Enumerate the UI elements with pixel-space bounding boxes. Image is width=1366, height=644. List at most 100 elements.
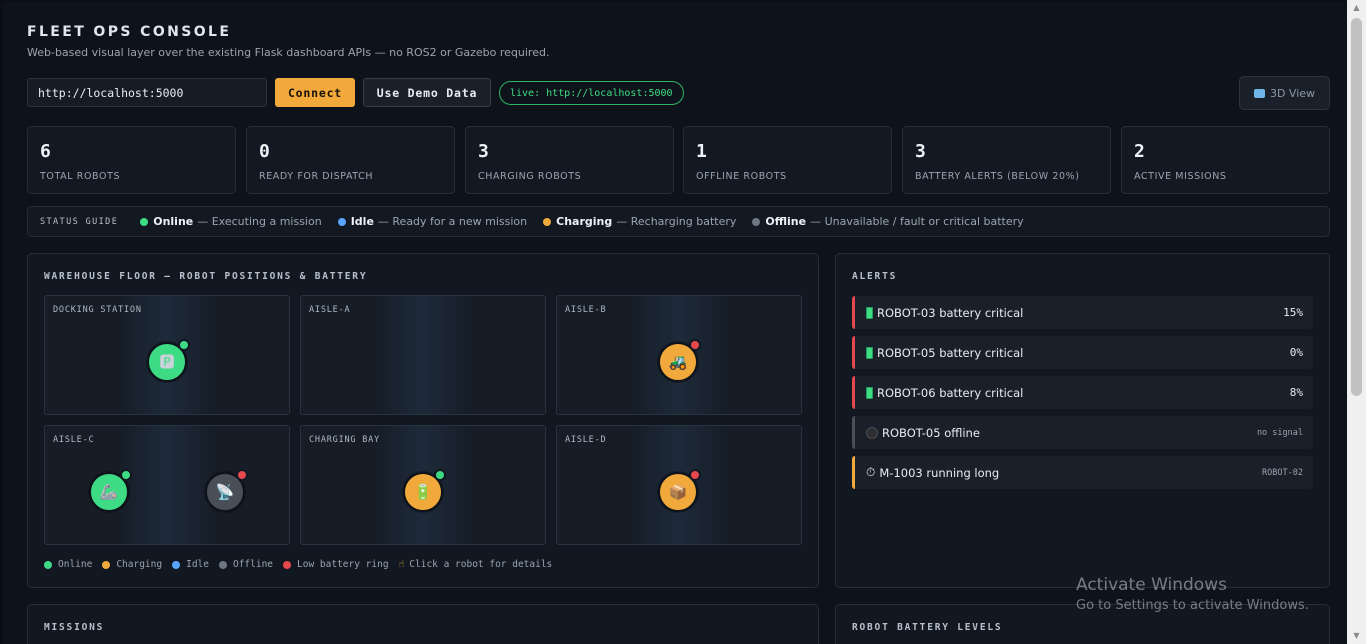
legend-dot — [218, 560, 227, 569]
legend-label: Charging — [116, 559, 163, 570]
alert-text: ROBOT-05 battery critical — [877, 345, 1024, 360]
zone-aisle-d: AISLE-D 📦 — [556, 425, 802, 545]
status-guide-online: Online — Executing a mission — [140, 215, 322, 228]
stat-value: 0 — [259, 141, 270, 162]
tractor-icon: 🚜 — [668, 352, 688, 371]
status-guide-charging: Charging — Recharging battery — [543, 215, 736, 228]
battery-icon — [866, 306, 873, 319]
alert-item[interactable]: ROBOT-05 offline no signal — [852, 416, 1313, 449]
vertical-scrollbar[interactable]: ▲ ▼ — [1347, 0, 1366, 644]
stat-label: BATTERY ALERTS (BELOW 20%) — [915, 171, 1080, 182]
legend-offline: Offline — [218, 559, 274, 570]
stat-card-active-missions: 2 ACTIVE MISSIONS — [1121, 126, 1330, 194]
floor-legend: Online Charging Idle Offline Low battery… — [44, 559, 562, 570]
status-ring — [689, 339, 701, 351]
status-dot — [140, 217, 149, 226]
battery-icon: 🔋 — [413, 482, 433, 501]
alert-meta: no signal — [1256, 427, 1303, 438]
alert-item[interactable]: ROBOT-03 battery critical 15% — [852, 296, 1313, 329]
stat-value: 3 — [915, 141, 926, 162]
zone-label: DOCKING STATION — [53, 305, 142, 315]
stat-value: 1 — [696, 141, 707, 162]
zone-label: AISLE-B — [565, 305, 607, 315]
zone-label: AISLE-C — [53, 435, 95, 445]
alerts-panel: ALERTS ROBOT-03 battery critical 15% ROB… — [835, 253, 1330, 588]
stat-value: 3 — [478, 141, 489, 162]
status-desc: — Ready for a new mission — [377, 215, 528, 228]
panel-title: MISSIONS — [44, 622, 105, 633]
scroll-thumb[interactable] — [1351, 18, 1362, 396]
status-ring — [120, 469, 132, 481]
3d-view-button[interactable]: 3D View — [1239, 76, 1330, 110]
alert-text: ROBOT-06 battery critical — [877, 385, 1024, 400]
status-name: Offline — [765, 215, 807, 228]
alert-text: ROBOT-05 offline — [882, 425, 980, 440]
connect-button[interactable]: Connect — [275, 78, 355, 107]
stat-card-charging-robots: 3 CHARGING ROBOTS — [465, 126, 674, 194]
status-dot — [543, 217, 552, 226]
zone-docking-station: DOCKING STATION 🅿 — [44, 295, 290, 415]
zone-label: AISLE-D — [565, 435, 607, 445]
legend-dot — [283, 560, 292, 569]
status-guide-title: STATUS GUIDE — [40, 216, 119, 227]
page: FLEET OPS CONSOLE Web-based visual layer… — [3, 2, 1347, 644]
panel-title: ROBOT BATTERY LEVELS — [852, 622, 1003, 633]
offline-icon — [866, 426, 878, 439]
robot-marker[interactable]: 🦾 — [89, 469, 132, 512]
robot-marker[interactable]: 🔋 — [403, 469, 446, 512]
live-connection-badge: live: http://localhost:5000 — [499, 81, 684, 105]
battery-icon — [866, 346, 873, 359]
zone-aisle-a: AISLE-A — [300, 295, 546, 415]
alert-item[interactable]: ROBOT-06 battery critical 8% — [852, 376, 1313, 409]
status-ring — [236, 469, 248, 481]
alert-item[interactable]: ROBOT-05 battery critical 0% — [852, 336, 1313, 369]
zone-label: AISLE-A — [309, 305, 351, 315]
robot-marker[interactable]: 🅿 — [147, 339, 190, 382]
zone-aisle-b: AISLE-B 🚜 — [556, 295, 802, 415]
robot-marker[interactable]: 🚜 — [658, 339, 701, 382]
api-url-input[interactable] — [27, 78, 267, 107]
scroll-down-arrow-icon[interactable]: ▼ — [1347, 628, 1366, 644]
legend-label: Offline — [232, 559, 274, 570]
legend-dot — [172, 560, 181, 569]
warehouse-floor-panel: WAREHOUSE FLOOR — ROBOT POSITIONS & BATT… — [27, 253, 819, 588]
3d-view-label: 3D View — [1269, 86, 1316, 100]
legend-online: Online — [44, 559, 92, 570]
alert-text: ROBOT-03 battery critical — [877, 305, 1024, 320]
timer-icon: ⏱ — [866, 465, 876, 479]
status-name: Idle — [350, 215, 374, 228]
status-ring — [434, 469, 446, 481]
status-dot — [337, 217, 346, 226]
missions-panel: MISSIONS — [27, 604, 819, 644]
robot-marker[interactable]: 📡 — [205, 469, 248, 512]
legend-hint-text: Click a robot for details — [409, 559, 553, 570]
legend-idle: Idle — [172, 559, 209, 570]
legend-label: Low battery ring — [297, 559, 389, 570]
legend-low-battery: Low battery ring — [283, 559, 389, 570]
page-subtitle: Web-based visual layer over the existing… — [27, 46, 550, 59]
alert-text: M-1003 running long — [879, 465, 1000, 480]
panel-title: WAREHOUSE FLOOR — ROBOT POSITIONS & BATT… — [44, 271, 368, 282]
panel-title: ALERTS — [852, 271, 898, 282]
alert-item[interactable]: ⏱ M-1003 running long ROBOT-02 — [852, 456, 1313, 489]
legend-label: Online — [58, 559, 93, 570]
stat-label: OFFLINE ROBOTS — [696, 171, 787, 182]
status-name: Charging — [556, 215, 613, 228]
stat-label: ACTIVE MISSIONS — [1134, 171, 1227, 182]
pointer-icon: ☝ — [398, 559, 405, 570]
parking-icon: 🅿 — [159, 352, 175, 371]
status-guide: STATUS GUIDE Online — Executing a missio… — [27, 206, 1330, 237]
robot-marker[interactable]: 📦 — [658, 469, 701, 512]
satellite-dish-icon: 📡 — [215, 482, 235, 501]
stat-card-offline-robots: 1 OFFLINE ROBOTS — [683, 126, 892, 194]
stat-value: 2 — [1134, 141, 1145, 162]
windows-activation-watermark: Activate Windows Go to Settings to activ… — [1076, 575, 1309, 613]
status-ring — [178, 339, 190, 351]
use-demo-data-button[interactable]: Use Demo Data — [363, 78, 491, 107]
status-desc: — Unavailable / fault or critical batter… — [810, 215, 1024, 228]
watermark-subtitle: Go to Settings to activate Windows. — [1076, 598, 1309, 613]
stat-value: 6 — [40, 141, 51, 162]
alert-meta: ROBOT-02 — [1262, 467, 1303, 478]
scroll-up-arrow-icon[interactable]: ▲ — [1347, 0, 1366, 16]
zone-aisle-c: AISLE-C 🦾 📡 — [44, 425, 290, 545]
